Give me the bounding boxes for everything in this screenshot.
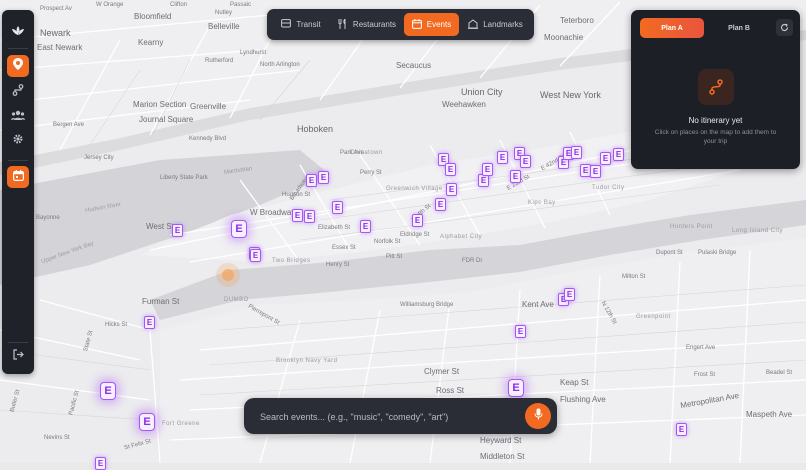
search-input[interactable] [258, 407, 512, 427]
tab-landmarks[interactable]: Landmarks [463, 13, 528, 36]
calendar-icon [411, 18, 422, 31]
route-icon [12, 83, 24, 101]
divider [8, 48, 28, 49]
logo-icon [7, 20, 29, 42]
tab-events[interactable]: Events [404, 13, 459, 36]
event-marker[interactable]: E [100, 382, 116, 400]
event-marker[interactable]: E [292, 209, 303, 222]
category-tabs: Transit Restaurants Events Landmarks [267, 9, 534, 40]
plan-b-tab[interactable]: Plan B [707, 18, 771, 38]
users-icon [11, 107, 25, 125]
event-marker[interactable]: E [497, 151, 508, 164]
event-marker[interactable]: E [95, 457, 106, 470]
voice-search-button[interactable] [525, 403, 551, 429]
event-marker[interactable]: E [250, 249, 261, 262]
event-marker[interactable]: E [435, 198, 446, 211]
event-marker[interactable]: E [613, 148, 624, 161]
event-marker[interactable]: E [446, 183, 457, 196]
empty-title: No itinerary yet [688, 116, 743, 125]
sidebar-item-events[interactable] [7, 166, 29, 188]
logout-button[interactable] [7, 345, 29, 367]
event-marker[interactable]: E [515, 325, 526, 338]
event-marker[interactable]: E [412, 214, 423, 227]
event-marker[interactable]: E [144, 316, 155, 329]
event-marker[interactable]: E [304, 210, 315, 223]
sidebar-item-users[interactable] [7, 105, 29, 127]
divider [8, 342, 28, 343]
event-marker[interactable]: E [172, 224, 183, 237]
empty-description: Click on places on the map to add them t… [654, 129, 777, 145]
search-bar [244, 398, 557, 434]
event-marker[interactable]: E [520, 155, 531, 168]
event-marker[interactable]: E [600, 152, 611, 165]
tab-label: Transit [296, 20, 321, 29]
event-marker[interactable]: E [332, 201, 343, 214]
event-marker[interactable]: E [318, 171, 329, 184]
utensils-icon [338, 18, 348, 31]
event-marker[interactable]: E [360, 220, 371, 233]
event-marker[interactable]: E [508, 379, 524, 397]
event-marker[interactable]: E [445, 163, 456, 176]
event-marker[interactable]: E [676, 423, 687, 436]
sidebar [2, 10, 34, 374]
event-marker[interactable]: E [482, 163, 493, 176]
plan-a-tab[interactable]: Plan A [640, 18, 704, 38]
sidebar-item-map[interactable] [7, 55, 29, 77]
map-pin-icon [13, 57, 23, 75]
event-marker[interactable]: E [231, 220, 247, 238]
logout-icon [12, 347, 24, 365]
event-marker[interactable]: E [306, 174, 317, 187]
event-marker[interactable]: E [564, 288, 575, 301]
landmark-icon [468, 18, 479, 31]
tab-restaurants[interactable]: Restaurants [331, 13, 403, 36]
itinerary-panel: Plan A Plan B No itinerary yet Click on … [631, 10, 800, 169]
event-marker[interactable]: E [571, 146, 582, 159]
event-marker[interactable]: E [139, 413, 155, 431]
microphone-icon [534, 407, 543, 425]
refresh-icon [780, 19, 789, 37]
calendar-icon [12, 168, 24, 186]
event-marker[interactable]: E [510, 170, 521, 183]
divider [8, 160, 28, 161]
sidebar-item-settings[interactable] [7, 130, 29, 152]
sidebar-item-routes[interactable] [7, 81, 29, 103]
bus-icon [281, 19, 292, 30]
tab-label: Restaurants [352, 20, 397, 29]
route-icon [698, 69, 734, 105]
gear-icon [12, 132, 24, 150]
tab-label: Events [426, 20, 452, 29]
event-marker[interactable]: E [590, 165, 601, 178]
tab-label: Landmarks [483, 20, 523, 29]
tab-transit[interactable]: Transit [273, 13, 329, 36]
refresh-button[interactable] [776, 19, 793, 36]
